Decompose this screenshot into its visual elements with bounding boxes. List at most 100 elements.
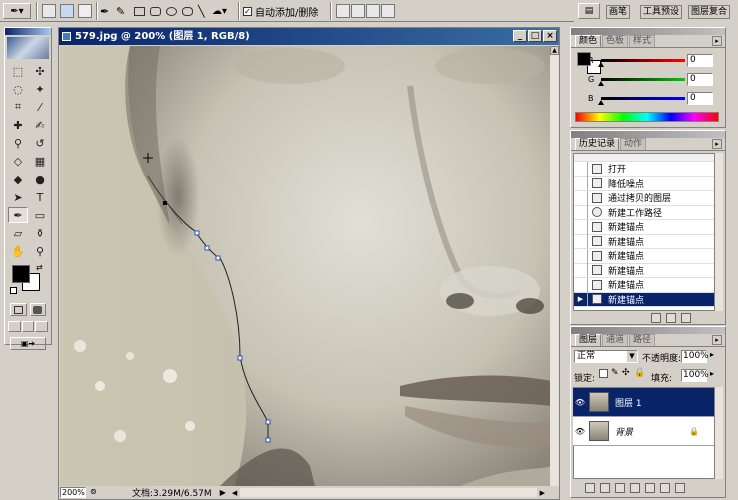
path-add-button[interactable] bbox=[336, 4, 350, 18]
zoom-tool-icon[interactable]: ⚲ bbox=[30, 243, 50, 259]
tab-layers[interactable]: 图层 bbox=[575, 334, 602, 346]
layer-mask-icon[interactable] bbox=[615, 483, 625, 493]
pen-tool-icon[interactable]: ✒ bbox=[100, 3, 109, 19]
blur-tool-icon[interactable]: ◆ bbox=[8, 171, 28, 187]
history-item[interactable]: 通过拷贝的图层 bbox=[574, 190, 714, 206]
color-ramp[interactable] bbox=[575, 112, 719, 122]
history-item[interactable]: 新建锚点 bbox=[574, 277, 714, 293]
polygon-shape-icon[interactable] bbox=[182, 3, 193, 19]
red-value-field[interactable]: 0 bbox=[687, 54, 713, 67]
tool-preset-picker[interactable]: ✒▾ bbox=[2, 3, 32, 19]
screen-mode-standard-button[interactable] bbox=[8, 321, 21, 332]
history-item[interactable]: 降低噪点 bbox=[574, 176, 714, 191]
notes-tool-icon[interactable]: ▱ bbox=[8, 225, 28, 241]
crop-tool-icon[interactable]: ⌗ bbox=[8, 99, 28, 115]
anchor-point[interactable] bbox=[265, 437, 271, 443]
eye-icon[interactable]: 👁 bbox=[573, 427, 587, 436]
brush-tool-icon[interactable]: ✍ bbox=[30, 117, 50, 133]
shape-layers-mode-button[interactable] bbox=[42, 4, 56, 18]
move-tool-icon[interactable]: ✣ bbox=[30, 63, 50, 79]
tab-styles[interactable]: 样式 bbox=[629, 35, 656, 47]
file-browser-icon[interactable]: ▤ bbox=[578, 3, 600, 19]
blue-slider[interactable]: B bbox=[588, 94, 685, 106]
slider-knob-icon[interactable] bbox=[598, 62, 604, 67]
delete-state-icon[interactable] bbox=[681, 313, 691, 323]
freeform-pen-icon[interactable]: ✎ bbox=[116, 3, 125, 19]
new-group-icon[interactable] bbox=[645, 483, 655, 493]
layer-style-icon[interactable] bbox=[600, 483, 610, 493]
fill-arrow-icon[interactable]: ▸ bbox=[710, 369, 714, 378]
tab-swatches[interactable]: 色板 bbox=[602, 35, 629, 47]
layers-scrollbar[interactable] bbox=[714, 387, 723, 479]
green-value-field[interactable]: 0 bbox=[687, 73, 713, 86]
slider-knob-icon[interactable] bbox=[598, 100, 604, 105]
paths-mode-button[interactable] bbox=[60, 4, 74, 18]
link-layers-icon[interactable] bbox=[585, 483, 595, 493]
tab-color[interactable]: 颜色 bbox=[575, 35, 602, 47]
green-slider[interactable]: G bbox=[588, 75, 685, 87]
history-item[interactable]: 新建锚点 bbox=[574, 248, 714, 264]
line-shape-icon[interactable]: ╲ bbox=[198, 3, 205, 19]
slice-tool-icon[interactable]: ⁄ bbox=[30, 99, 50, 115]
hscroll-left-icon[interactable]: ◀ bbox=[232, 489, 237, 497]
custom-shape-icon[interactable]: ☁▾ bbox=[212, 3, 227, 19]
lock-all-icon[interactable]: 🔒 bbox=[634, 368, 645, 378]
standard-mode-button[interactable] bbox=[10, 303, 27, 316]
image-canvas[interactable] bbox=[60, 46, 552, 486]
history-item[interactable]: 新建工作路径 bbox=[574, 205, 714, 220]
clone-stamp-tool-icon[interactable]: ⚲ bbox=[8, 135, 28, 151]
well-tab-brushes[interactable]: 画笔 bbox=[606, 5, 631, 19]
ellipse-shape-icon[interactable] bbox=[166, 3, 177, 19]
jump-to-imageready-button[interactable]: ▣➔ bbox=[10, 337, 46, 350]
foreground-color-swatch[interactable] bbox=[12, 265, 30, 283]
slider-knob-icon[interactable] bbox=[598, 81, 604, 86]
anchor-point[interactable] bbox=[265, 419, 271, 425]
adjustment-layer-icon[interactable] bbox=[630, 483, 640, 493]
quick-mask-button[interactable] bbox=[29, 303, 46, 316]
path-intersect-button[interactable] bbox=[366, 4, 380, 18]
tab-paths[interactable]: 路径 bbox=[629, 334, 656, 346]
history-brush-tool-icon[interactable]: ↺ bbox=[30, 135, 50, 151]
path-exclude-button[interactable] bbox=[381, 4, 395, 18]
magic-wand-tool-icon[interactable]: ✦ bbox=[30, 81, 50, 97]
blend-mode-select[interactable]: 正常 ▼ bbox=[574, 350, 638, 363]
hand-tool-icon[interactable]: ✋ bbox=[8, 243, 28, 259]
gradient-tool-icon[interactable]: ▦ bbox=[30, 153, 50, 169]
shape-tool-icon[interactable]: ▭ bbox=[30, 207, 50, 223]
history-scrollbar[interactable] bbox=[714, 153, 723, 311]
minimize-button[interactable]: _ bbox=[513, 30, 527, 42]
anchor-point[interactable] bbox=[194, 230, 200, 236]
scroll-up-icon[interactable]: ▲ bbox=[550, 46, 559, 55]
screen-mode-fullmenu-button[interactable] bbox=[21, 321, 35, 332]
dodge-tool-icon[interactable]: ● bbox=[30, 171, 50, 187]
delete-layer-icon[interactable] bbox=[675, 483, 685, 493]
rectangle-shape-icon[interactable] bbox=[134, 3, 145, 19]
blue-value-field[interactable]: 0 bbox=[687, 92, 713, 105]
history-snapshot-row[interactable] bbox=[574, 154, 714, 162]
eye-icon[interactable]: 👁 bbox=[573, 398, 587, 407]
horizontal-scrollbar[interactable] bbox=[240, 488, 537, 497]
new-snapshot-icon[interactable] bbox=[666, 313, 676, 323]
screen-mode-full-button[interactable] bbox=[35, 321, 49, 332]
tab-history[interactable]: 历史记录 bbox=[575, 138, 620, 150]
new-layer-icon[interactable] bbox=[660, 483, 670, 493]
panel-menu-icon[interactable]: ▸ bbox=[712, 139, 722, 149]
lock-position-icon[interactable]: ✣ bbox=[622, 368, 630, 378]
vertical-scrollbar[interactable]: ▲ bbox=[550, 46, 559, 486]
default-colors-icon[interactable] bbox=[10, 287, 17, 294]
path-selection-tool-icon[interactable]: ➤ bbox=[8, 189, 28, 205]
status-menu-arrow-icon[interactable]: ▶ bbox=[220, 488, 226, 497]
anchor-point[interactable] bbox=[163, 201, 167, 205]
eraser-tool-icon[interactable]: ◇ bbox=[8, 153, 28, 169]
zoom-level[interactable]: 200% bbox=[60, 487, 86, 498]
marquee-tool-icon[interactable]: ⬚ bbox=[8, 63, 28, 79]
tab-channels[interactable]: 通道 bbox=[602, 334, 629, 346]
status-nav-icon[interactable]: ⊚ bbox=[90, 487, 104, 498]
history-item[interactable]: 新建锚点 bbox=[574, 263, 714, 278]
anchor-point[interactable] bbox=[215, 255, 221, 261]
history-item[interactable]: 打开 bbox=[574, 161, 714, 177]
opacity-arrow-icon[interactable]: ▸ bbox=[710, 350, 714, 359]
healing-brush-tool-icon[interactable]: ✚ bbox=[8, 117, 28, 133]
history-item[interactable]: 新建锚点 bbox=[574, 234, 714, 249]
new-document-from-state-icon[interactable] bbox=[651, 313, 661, 323]
